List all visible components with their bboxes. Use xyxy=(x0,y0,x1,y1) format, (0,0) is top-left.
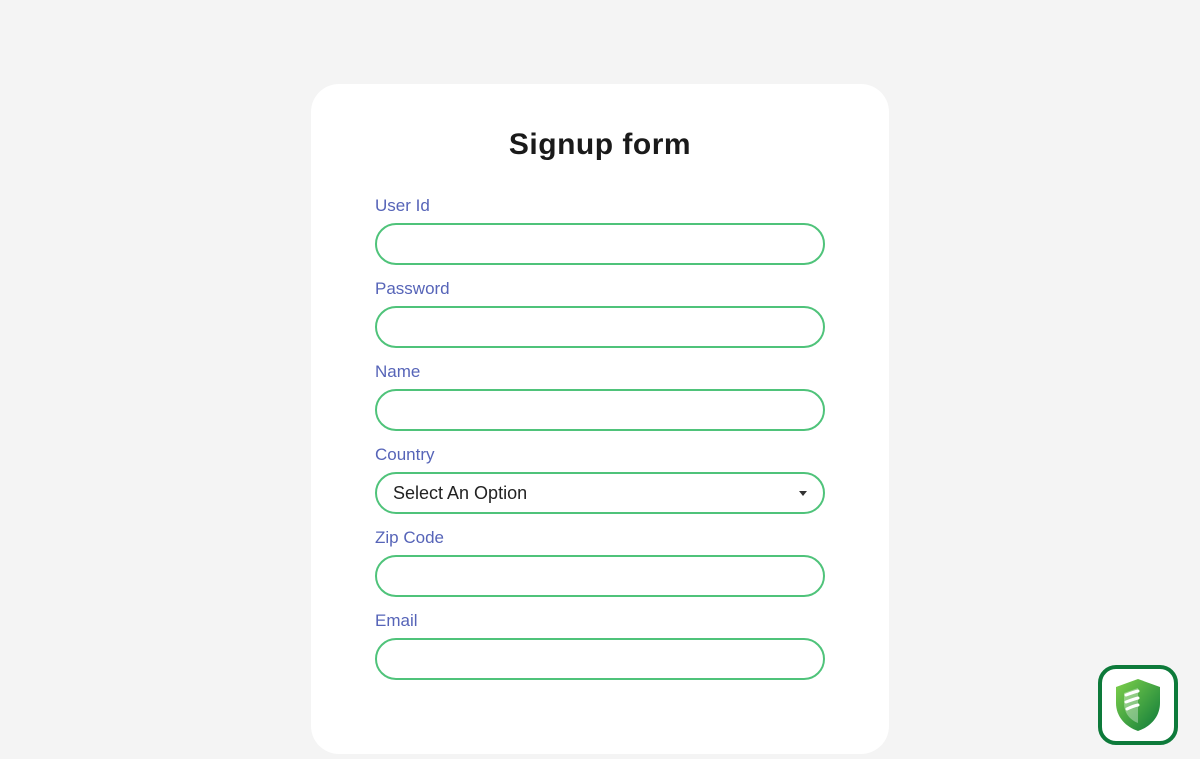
email-label: Email xyxy=(375,611,825,631)
zip-input[interactable] xyxy=(375,555,825,597)
country-group: Country Select An Option xyxy=(375,445,825,514)
shield-icon xyxy=(1112,677,1164,733)
email-group: Email xyxy=(375,611,825,680)
name-input[interactable] xyxy=(375,389,825,431)
name-group: Name xyxy=(375,362,825,431)
shield-badge-icon xyxy=(1098,665,1178,745)
country-label: Country xyxy=(375,445,825,465)
password-group: Password xyxy=(375,279,825,348)
country-select[interactable]: Select An Option xyxy=(375,472,825,514)
user-id-input[interactable] xyxy=(375,223,825,265)
signup-card: Signup form User Id Password Name Countr… xyxy=(311,84,889,754)
zip-label: Zip Code xyxy=(375,528,825,548)
password-input[interactable] xyxy=(375,306,825,348)
email-input[interactable] xyxy=(375,638,825,680)
form-title: Signup form xyxy=(375,128,825,162)
zip-group: Zip Code xyxy=(375,528,825,597)
name-label: Name xyxy=(375,362,825,382)
user-id-label: User Id xyxy=(375,196,825,216)
password-label: Password xyxy=(375,279,825,299)
user-id-group: User Id xyxy=(375,196,825,265)
